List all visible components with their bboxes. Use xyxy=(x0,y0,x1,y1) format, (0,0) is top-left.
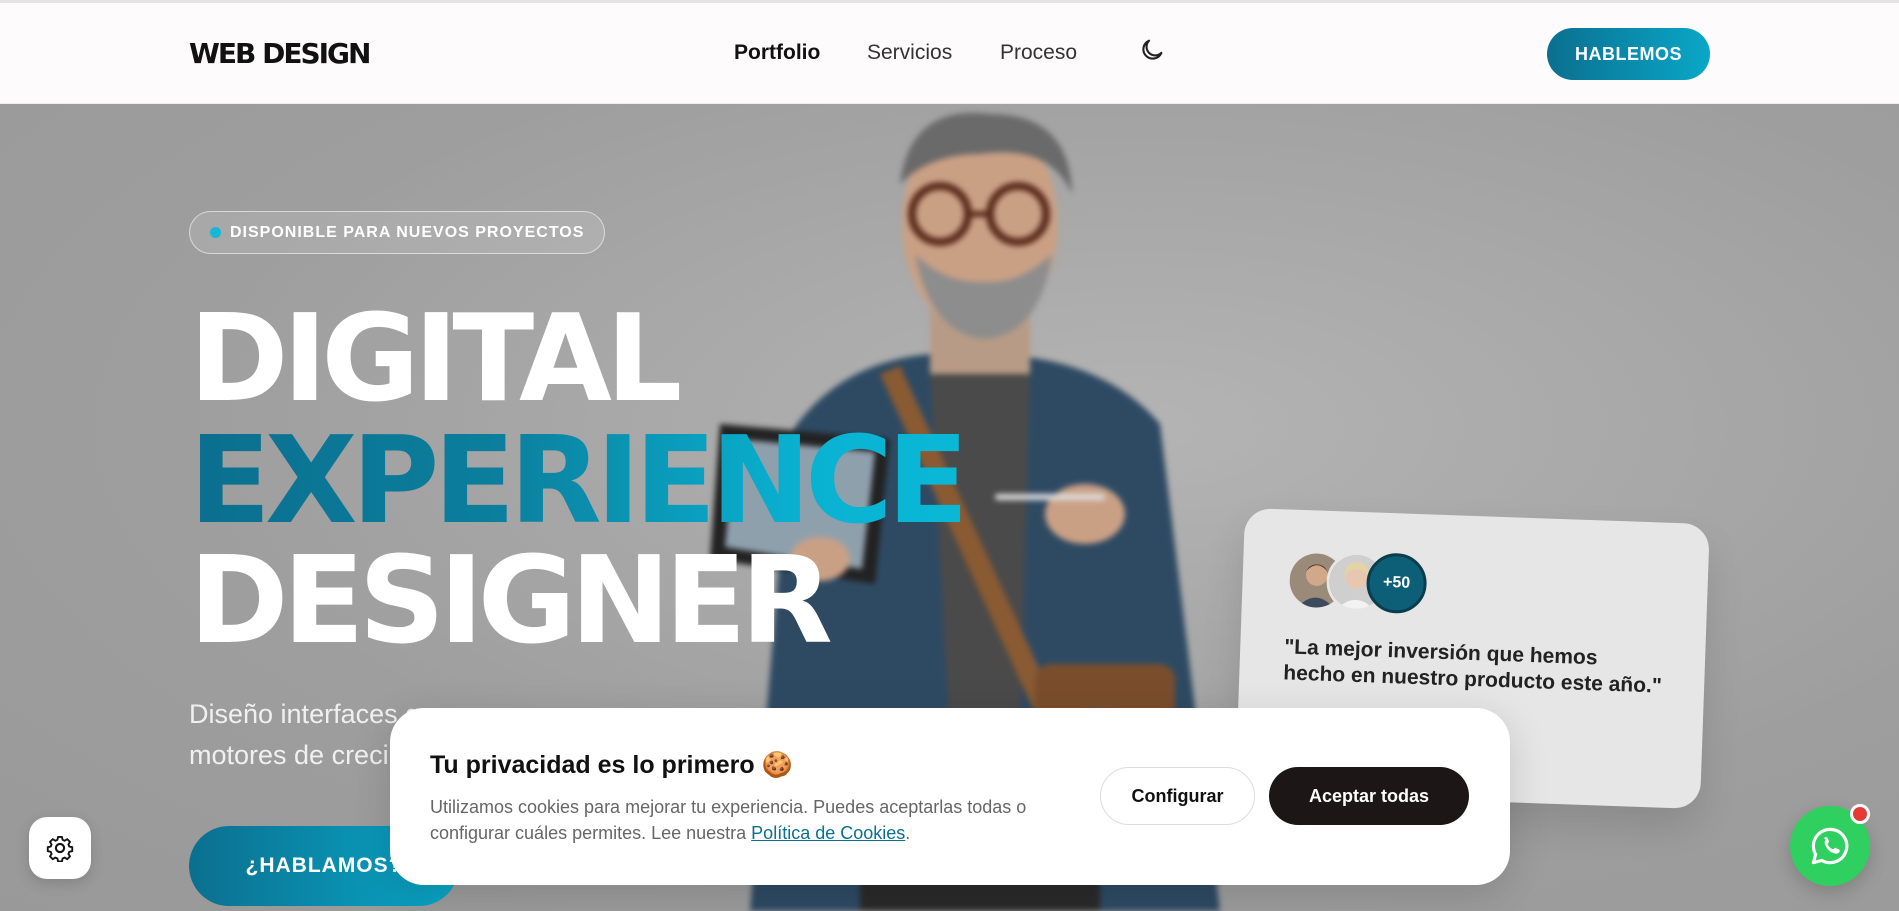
accept-all-button[interactable]: Aceptar todas xyxy=(1269,767,1469,825)
nav-link-servicios[interactable]: Servicios xyxy=(867,41,952,65)
cookie-settings-button[interactable] xyxy=(29,817,91,879)
notification-dot xyxy=(1850,804,1870,824)
subtitle-line-2: motores de crecin xyxy=(189,740,404,770)
cookie-policy-link[interactable]: Política de Cookies xyxy=(751,823,905,843)
headline-line-3: DESIGNER xyxy=(189,532,833,671)
navbar: WEB DESIGN Portfolio Servicios Proceso H… xyxy=(0,3,1899,104)
subtitle-line-1: Diseño interfaces q xyxy=(189,699,421,729)
headline-line-2: EXPERIENCE xyxy=(189,412,969,551)
headline-line-1: DIGITAL xyxy=(189,290,682,429)
hablemos-button[interactable]: HABLEMOS xyxy=(1547,28,1710,80)
availability-badge: DISPONIBLE PARA NUEVOS PROYECTOS xyxy=(189,211,606,254)
whatsapp-icon xyxy=(1811,827,1849,865)
cookie-title: Tu privacidad es lo primero 🍪 xyxy=(430,751,793,779)
avatar-group: +50 xyxy=(1285,549,1428,615)
nav-link-proceso[interactable]: Proceso xyxy=(1000,41,1077,65)
testimonial-quote: "La mejor inversión que hemos hecho en n… xyxy=(1282,635,1663,698)
cookie-text: Utilizamos cookies para mejorar tu exper… xyxy=(430,794,1050,846)
moon-icon[interactable] xyxy=(1138,36,1166,64)
status-dot xyxy=(210,227,221,238)
gear-icon xyxy=(46,835,74,862)
logo[interactable]: WEB DESIGN xyxy=(189,37,371,70)
cookie-description: Utilizamos cookies para mejorar tu exper… xyxy=(430,797,1027,843)
badge-label: DISPONIBLE PARA NUEVOS PROYECTOS xyxy=(230,224,585,241)
cookie-text-end: . xyxy=(905,823,911,843)
configure-button[interactable]: Configurar xyxy=(1100,767,1255,825)
avatar-count: +50 xyxy=(1365,552,1428,615)
nav-link-portfolio[interactable]: Portfolio xyxy=(734,41,820,65)
cookie-banner: Tu privacidad es lo primero 🍪 Utilizamos… xyxy=(390,708,1510,885)
